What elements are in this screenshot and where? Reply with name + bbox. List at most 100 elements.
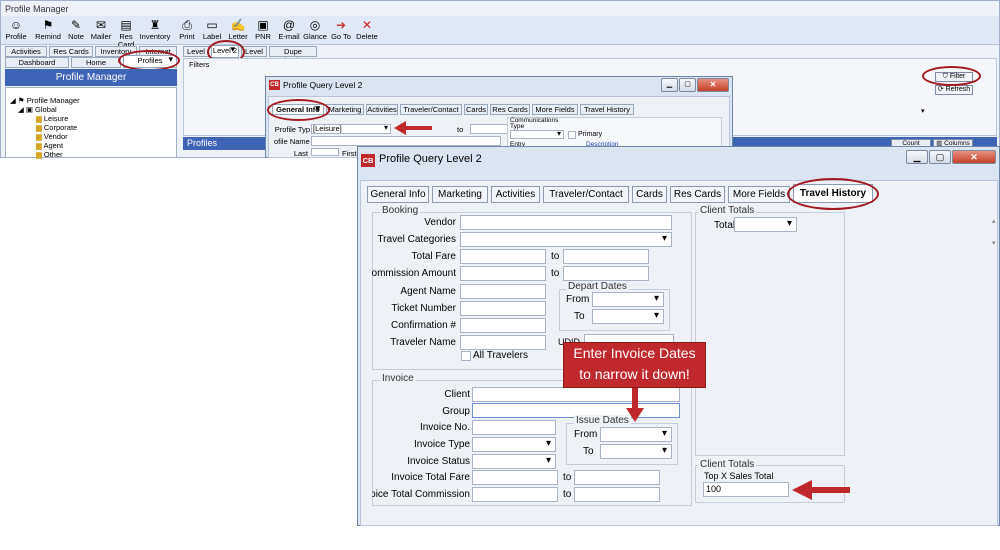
client-input[interactable] — [472, 387, 680, 402]
profile-type-select[interactable]: [Leisure] ▾ — [311, 124, 391, 134]
issue-to-select[interactable]: ▾ — [600, 444, 672, 459]
vendor-input[interactable] — [460, 215, 672, 230]
profile-type-to-input[interactable] — [470, 124, 510, 134]
small-tab-travel-history[interactable]: Travel History — [580, 104, 634, 115]
pnr-button[interactable]: ▣ PNR — [250, 18, 276, 41]
letter-button[interactable]: ✍ Letter — [225, 18, 251, 41]
refresh-button[interactable]: ⟳ Refresh — [935, 85, 973, 95]
res-card-button[interactable]: ▤ Res Card — [114, 18, 138, 49]
invoice-status-select[interactable]: ▾ — [472, 454, 556, 469]
email-button[interactable]: @ E-mail — [276, 18, 302, 41]
tab-res-cards[interactable]: Res Cards — [670, 186, 725, 203]
chevron-down-icon: ▾ — [545, 455, 551, 466]
tab-more-fields[interactable]: More Fields — [728, 186, 790, 203]
top-x-arrow-icon — [792, 480, 850, 500]
depart-from-select[interactable]: ▾ — [592, 292, 664, 307]
invoice-legend: Invoice — [380, 373, 416, 384]
nav-tab-res-cards[interactable]: Res Cards — [49, 46, 93, 57]
invoice-total-fare-to-input[interactable] — [574, 470, 660, 485]
inventory-button[interactable]: ♜ Inventory — [139, 18, 171, 41]
minimize-button[interactable]: ▁ — [906, 150, 928, 164]
commission-amount-from-input[interactable] — [460, 266, 546, 281]
tab-general-info[interactable]: General Info — [367, 186, 429, 203]
invoice-total-fare-label: Invoice Total Fare — [391, 472, 470, 483]
profile-type-to-label: to — [457, 125, 464, 134]
invoice-no-input[interactable] — [472, 420, 556, 435]
nav-tab-dashboard[interactable]: Dashboard — [5, 57, 69, 68]
confirmation-input[interactable] — [460, 318, 546, 333]
profile-button[interactable]: ☺ Profile — [3, 18, 29, 41]
total-fare-from-input[interactable] — [460, 249, 546, 264]
agent-name-input[interactable] — [460, 284, 546, 299]
scroll-up-arrow-icon[interactable]: ▴ — [992, 217, 996, 225]
tab-dupe-checker[interactable]: Dupe Checker — [269, 46, 317, 65]
issue-from-select[interactable]: ▾ — [600, 427, 672, 442]
top-x-sales-total-input[interactable]: 100 — [703, 482, 789, 497]
invoice-dates-callout: Enter Invoice Dates to narrow it down! — [563, 342, 706, 388]
primary-checkbox[interactable] — [568, 131, 576, 139]
client-totals-total-select[interactable]: ▾ — [734, 217, 797, 232]
all-travelers-label: All Travelers — [473, 350, 529, 361]
small-minimize-button[interactable]: ▁ — [661, 78, 678, 92]
tab-activities[interactable]: Activities — [491, 186, 540, 203]
traveler-name-input[interactable] — [460, 335, 546, 350]
invoice-type-select[interactable]: ▾ — [472, 437, 556, 452]
small-tab-res-cards[interactable]: Res Cards — [490, 104, 530, 115]
close-button[interactable]: ✕ — [952, 150, 996, 164]
communications-type-select[interactable]: ▾ — [510, 129, 564, 139]
chevron-down-icon: ▾ — [556, 129, 561, 138]
depart-to-select[interactable]: ▾ — [592, 309, 664, 324]
last-name-input[interactable] — [311, 148, 339, 156]
tab-traveler-contact[interactable]: Traveler/Contact — [543, 186, 629, 203]
depart-to-label: To — [574, 311, 585, 322]
note-icon: ✎ — [70, 18, 82, 32]
small-tab-traveler-contact[interactable]: Traveler/Contact — [400, 104, 462, 115]
label-icon: ▭ — [206, 18, 218, 32]
client-label: Client — [444, 389, 470, 400]
small-maximize-button[interactable]: ▢ — [679, 78, 696, 92]
tree-item-other[interactable]: ▆ Other — [36, 150, 63, 160]
ticket-number-input[interactable] — [460, 301, 546, 316]
profile-name-input[interactable] — [311, 136, 501, 146]
delete-button[interactable]: ✕ Delete — [354, 18, 380, 41]
small-tab-more-fields[interactable]: More Fields — [532, 104, 578, 115]
print-button[interactable]: ⎙ Print — [174, 18, 200, 41]
tab-level-1[interactable]: Level 1 — [183, 46, 209, 65]
communications-type-label: Type — [510, 123, 525, 130]
invoice-status-label: Invoice Status — [407, 456, 470, 467]
all-travelers-checkbox[interactable] — [461, 351, 471, 361]
profile-type-label: Profile Typ — [274, 125, 310, 134]
tab-cards[interactable]: Cards — [632, 186, 667, 203]
nav-tab-activities[interactable]: Activities — [5, 46, 47, 57]
top-x-sales-total-label: Top X Sales Total — [704, 471, 774, 481]
nav-tab-home[interactable]: Home — [71, 57, 121, 68]
mailer-button[interactable]: ✉ Mailer — [88, 18, 114, 41]
remind-button[interactable]: ⚑ Remind — [35, 18, 61, 41]
filters-collapse-chevron-icon[interactable]: ▾ — [921, 107, 925, 115]
small-tab-marketing[interactable]: Marketing — [326, 104, 364, 115]
glance-button[interactable]: ◎ Glance — [302, 18, 328, 41]
remind-icon: ⚑ — [42, 18, 54, 32]
profile-icon: ☺ — [9, 18, 23, 32]
invoice-total-commission-to-input[interactable] — [574, 487, 660, 502]
go-to-button[interactable]: ➜ Go To — [328, 18, 354, 41]
travel-categories-select[interactable]: ▾ — [460, 232, 672, 247]
label-button[interactable]: ▭ Label — [199, 18, 225, 41]
total-fare-to-input[interactable] — [563, 249, 649, 264]
pnr-icon: ▣ — [257, 18, 269, 32]
scroll-down-arrow-icon[interactable]: ▾ — [992, 239, 996, 247]
folder-icon: ▆ — [36, 123, 42, 132]
chevron-down-icon: ▾ — [545, 438, 551, 449]
invoice-total-fare-from-input[interactable] — [472, 470, 558, 485]
issue-from-label: From — [574, 429, 598, 440]
small-tab-cards[interactable]: Cards — [464, 104, 488, 115]
small-close-button[interactable]: ✕ — [697, 78, 729, 92]
invoice-total-commission-from-input[interactable] — [472, 487, 558, 502]
note-button[interactable]: ✎ Note — [63, 18, 89, 41]
small-tab-activities[interactable]: Activities — [366, 104, 398, 115]
commission-amount-to-input[interactable] — [563, 266, 649, 281]
maximize-button[interactable]: ▢ — [929, 150, 951, 164]
invoice-no-label: Invoice No. — [419, 422, 470, 433]
delete-icon: ✕ — [361, 18, 373, 32]
tab-marketing[interactable]: Marketing — [432, 186, 488, 203]
